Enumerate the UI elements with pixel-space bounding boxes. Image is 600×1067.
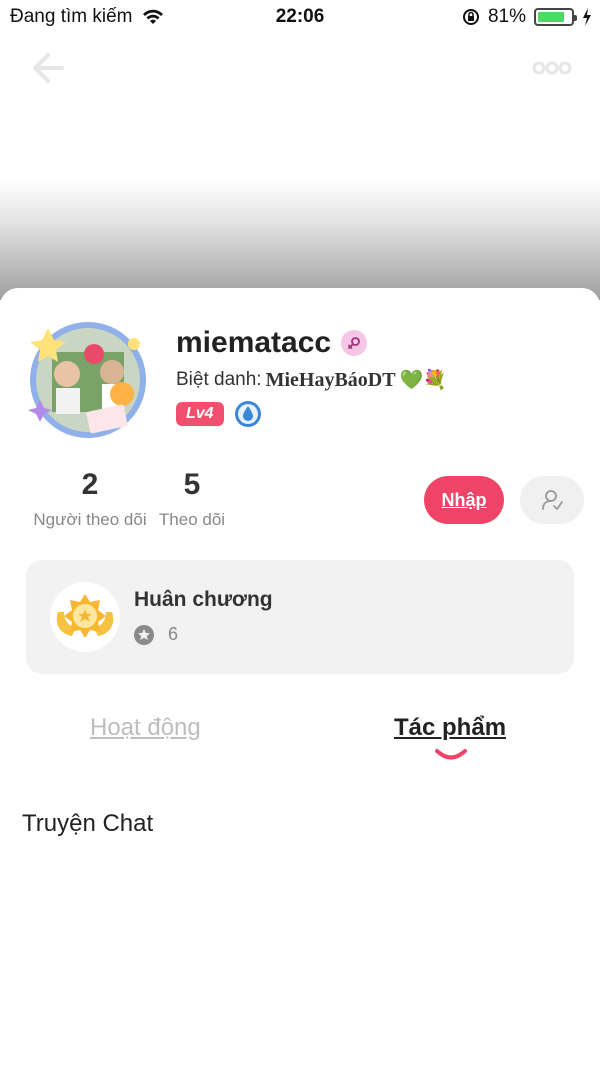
medal-count: 6 (168, 624, 179, 644)
charging-icon (583, 8, 591, 26)
level-badge[interactable]: Lv4 (176, 402, 224, 426)
username: miematacc (176, 326, 332, 359)
followers-count: 2 (81, 468, 99, 501)
avatar-image (28, 322, 146, 438)
add-friend-icon (542, 490, 563, 510)
following-count: 5 (183, 468, 201, 501)
following-label: Theo dõi (158, 510, 226, 529)
medal-count-row: 6 (134, 624, 178, 645)
nickname-value: MieHayBáoDT (265, 368, 396, 391)
username-row: miematacc (176, 326, 368, 360)
battery-percent: 81% (487, 6, 526, 27)
status-bar: Đang tìm kiếm 22:06 81% (0, 0, 600, 34)
avatar[interactable] (22, 312, 154, 444)
battery-icon (534, 8, 577, 26)
status-right: 81% (462, 6, 592, 28)
follow-button[interactable] (520, 476, 584, 524)
tab-active-indicator (435, 749, 467, 760)
followers-label: Người theo dõi (33, 510, 147, 529)
following-stat[interactable]: 5 Theo dõi (150, 468, 234, 530)
rotation-lock-icon (462, 9, 479, 25)
battery-level (538, 12, 564, 22)
star-circle-icon (134, 624, 154, 645)
female-icon (341, 330, 368, 356)
section-title: Truyện Chat (22, 810, 154, 837)
profile-card: miematacc Biệt danh: MieHayBáoDT 💚💐 Lv4 … (0, 288, 600, 1067)
nickname-emojis: 💚💐 (399, 370, 447, 391)
join-button[interactable]: Nhập (424, 476, 504, 524)
back-button[interactable] (28, 50, 68, 86)
tab-works[interactable]: Tác phẩm (394, 714, 506, 742)
nickname-row: Biệt danh: MieHayBáoDT 💚💐 (176, 368, 447, 392)
more-dots-icon (532, 61, 572, 75)
more-button[interactable] (532, 58, 572, 78)
badge-row: Lv4 (176, 400, 262, 428)
back-arrow-icon (33, 53, 64, 83)
followers-stat[interactable]: 2 Người theo dõi (30, 468, 150, 530)
medal-panel[interactable]: Huân chương 6 (26, 560, 574, 674)
medal-icon (50, 582, 120, 652)
profile-header (0, 34, 600, 300)
tab-activity[interactable]: Hoạt động (90, 714, 201, 742)
nickname-label: Biệt danh: (176, 369, 262, 390)
medal-title: Huân chương (134, 588, 273, 611)
water-drop-badge-icon[interactable] (234, 400, 262, 428)
